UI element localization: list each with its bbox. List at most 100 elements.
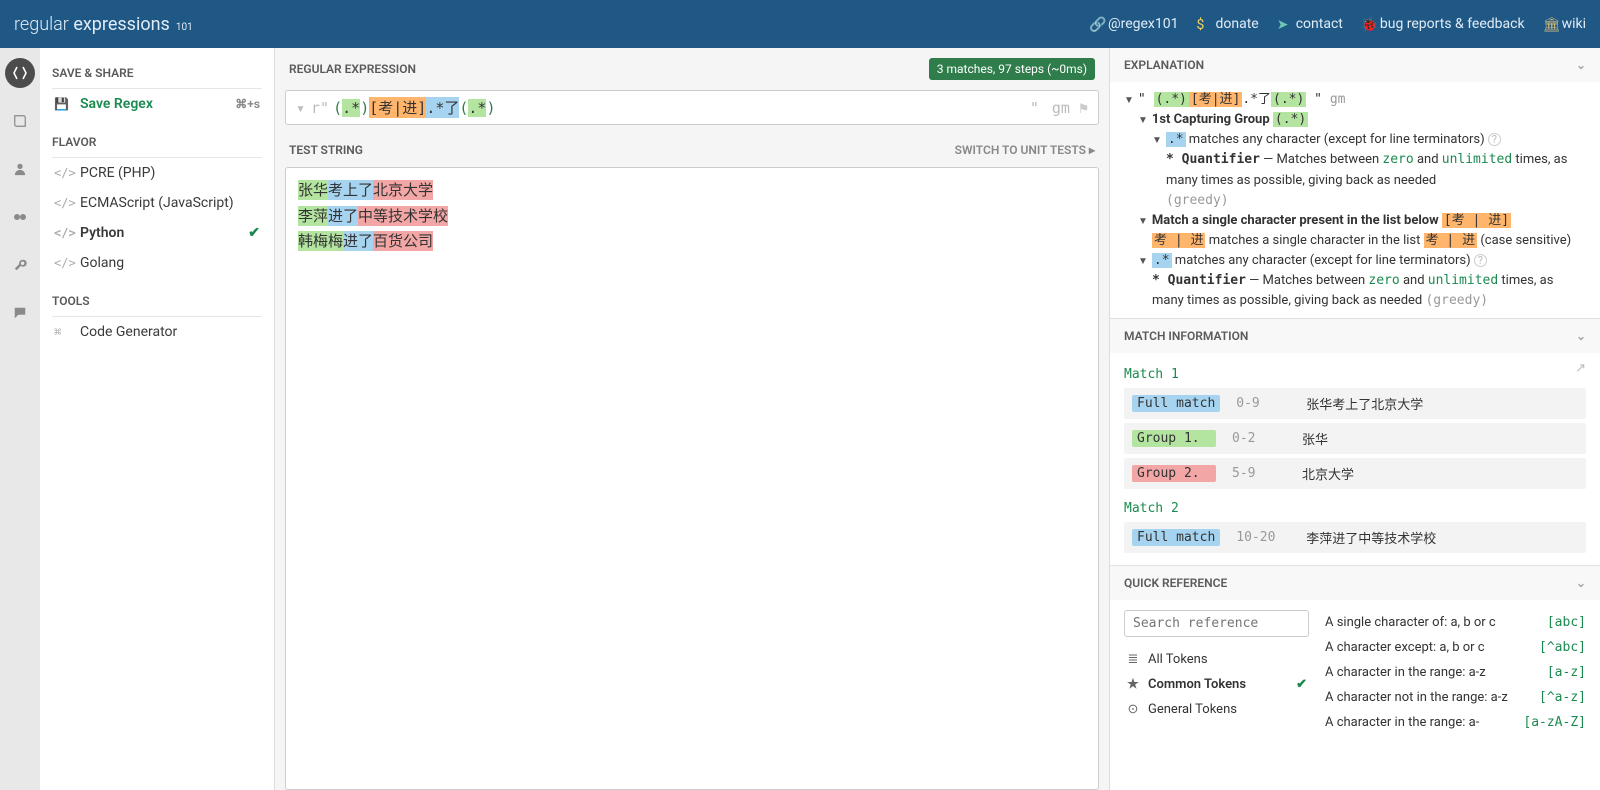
hlink-bugs[interactable]: 🐞bug reports & feedback bbox=[1361, 16, 1525, 32]
quickref-entry[interactable]: A character not in the range: a-z [^a-z] bbox=[1325, 685, 1586, 710]
match-row[interactable]: Full match0-9张华考上了北京大学 bbox=[1124, 388, 1586, 419]
match-value: 张华考上了北京大学 bbox=[1306, 394, 1423, 413]
code-generator-item[interactable]: ⌘ Code Generator bbox=[52, 317, 262, 347]
category-icon: ★ bbox=[1126, 677, 1140, 692]
quickref-entry[interactable]: A character in the range: a-[a-zA-Z] bbox=[1325, 710, 1586, 735]
explanation-body: ▼ " (.*)[考|进].*了(.*) " gm ▼1st Capturing… bbox=[1110, 82, 1600, 318]
bug-icon: 🐞 bbox=[1361, 17, 1375, 31]
match-1-title: Match 1 bbox=[1124, 367, 1179, 382]
match-row[interactable]: Group 1. 0-2 张华 bbox=[1124, 423, 1586, 454]
center-pane: REGULAR EXPRESSION 3 matches, 97 steps (… bbox=[275, 48, 1110, 790]
quickref-entry[interactable]: A character except: a, b or c [^abc] bbox=[1325, 635, 1586, 660]
collapse-quickref-icon[interactable]: ⌄ bbox=[1576, 576, 1586, 590]
check-icon: ✔ bbox=[248, 225, 260, 241]
quickref-entry[interactable]: A character in the range: a-z[a-z] bbox=[1325, 660, 1586, 685]
tree-toggle-icon[interactable]: ▼ bbox=[1138, 110, 1148, 129]
link-icon: 🔗 bbox=[1089, 17, 1103, 31]
flavor-label: ECMAScript (JavaScript) bbox=[80, 195, 234, 211]
brand-logo[interactable]: regular expressions 101 bbox=[14, 14, 193, 35]
switch-unit-tests-link[interactable]: SWITCH TO UNIT TESTS ▸ bbox=[955, 143, 1095, 157]
category-label: General Tokens bbox=[1148, 702, 1237, 717]
rail-debugger-icon[interactable] bbox=[5, 202, 35, 232]
match-row[interactable]: Group 2.5-9北京大学 bbox=[1124, 458, 1586, 489]
flavor-item[interactable]: </> Python ✔ bbox=[52, 218, 262, 248]
tree-toggle-icon[interactable]: ▼ bbox=[1138, 211, 1148, 230]
book-icon: 🏛 bbox=[1543, 17, 1557, 31]
hlink-wiki[interactable]: 🏛wiki bbox=[1543, 16, 1586, 32]
hlink-donate[interactable]: $donate bbox=[1196, 16, 1258, 32]
brand-word-a: regular bbox=[14, 14, 69, 35]
help-icon[interactable]: ? bbox=[1488, 133, 1501, 146]
code-brackets-icon: </> bbox=[54, 226, 70, 240]
quickref-code: [^abc] bbox=[1539, 640, 1586, 655]
quickref-code: [abc] bbox=[1547, 615, 1586, 630]
right-pane: EXPLANATION ⌄ ▼ " (.*)[考|进].*了(.*) " gm ▼… bbox=[1110, 48, 1600, 790]
match-info-title: MATCH INFORMATION bbox=[1124, 329, 1248, 343]
match-tag: Group 1. bbox=[1132, 430, 1216, 447]
rail-account-icon[interactable] bbox=[5, 154, 35, 184]
match-tag: Full match bbox=[1132, 529, 1220, 546]
save-regex-label: Save Regex bbox=[80, 96, 153, 112]
test-section-title: TEST STRING bbox=[289, 143, 363, 157]
quickref-desc: A single character of: a, b or c bbox=[1325, 615, 1496, 630]
tree-toggle-icon[interactable]: ▼ bbox=[1152, 130, 1162, 149]
test-string-input[interactable]: 张华考上了北京大学李萍进了中等技术学校韩梅梅进了百货公司 bbox=[285, 167, 1099, 790]
dollar-icon: $ bbox=[1196, 17, 1210, 31]
match-tag: Group 2. bbox=[1132, 465, 1216, 482]
quickref-entry[interactable]: A single character of: a, b or c [abc] bbox=[1325, 610, 1586, 635]
regex-flags[interactable]: gm bbox=[1052, 99, 1070, 117]
flavor-item[interactable]: </>PCRE (PHP) bbox=[52, 158, 262, 188]
flavor-label: PCRE (PHP) bbox=[80, 165, 155, 181]
match-range: 10-20 bbox=[1236, 530, 1290, 545]
quickref-desc: A character except: a, b or c bbox=[1325, 640, 1485, 655]
sidebar-title-save: SAVE & SHARE bbox=[52, 60, 262, 89]
quickref-category[interactable]: ≣All Tokens bbox=[1124, 647, 1309, 672]
code-brackets-icon: </> bbox=[54, 196, 70, 210]
quickref-search-input[interactable] bbox=[1124, 610, 1309, 637]
rail-regex-icon[interactable] bbox=[5, 58, 35, 88]
match-value: 张华 bbox=[1302, 429, 1328, 448]
code-brackets-icon: </> bbox=[54, 256, 70, 270]
match-range: 5-9 bbox=[1232, 466, 1286, 481]
save-regex-item[interactable]: 💾 Save Regex ⌘+s bbox=[52, 89, 262, 119]
flavor-item[interactable]: </> ECMAScript (JavaScript) bbox=[52, 188, 262, 218]
hlink-regex101[interactable]: 🔗@regex101 bbox=[1089, 16, 1178, 32]
quickref-code: [^a-z] bbox=[1539, 690, 1586, 705]
rail-library-icon[interactable] bbox=[5, 106, 35, 136]
rail-settings-icon[interactable] bbox=[5, 250, 35, 280]
collapse-explanation-icon[interactable]: ⌄ bbox=[1576, 58, 1586, 72]
brand-word-b: expressions bbox=[73, 14, 170, 35]
regex-prefix: r" bbox=[311, 99, 329, 117]
match-row[interactable]: Full match 10-20 李萍进了中等技术学校 bbox=[1124, 522, 1586, 553]
regex-input[interactable]: ▾ r" (.*)[考|进].*了(.*) " gm ⚑ bbox=[285, 90, 1099, 125]
save-shortcut: ⌘+s bbox=[235, 97, 260, 111]
quickref-desc: A character not in the range: a-z bbox=[1325, 690, 1508, 705]
delimiter-toggle-icon[interactable]: ▾ bbox=[296, 99, 305, 117]
open-match-icon[interactable]: ↗ bbox=[1575, 361, 1586, 388]
brand-sub: 101 bbox=[176, 22, 193, 33]
quickref-category[interactable]: ★Common Tokens✔ bbox=[1124, 672, 1309, 697]
match-range: 0-2 bbox=[1232, 431, 1286, 446]
code-icon: ⌘ bbox=[54, 325, 70, 339]
match-value: 李萍进了中等技术学校 bbox=[1306, 528, 1436, 547]
rail-chat-icon[interactable] bbox=[5, 298, 35, 328]
icon-rail bbox=[0, 48, 40, 790]
header-links: 🔗@regex101 $donate ➤contact 🐞bug reports… bbox=[1089, 16, 1586, 32]
match-2-title: Match 2 bbox=[1124, 501, 1586, 516]
help-icon[interactable]: ? bbox=[1474, 254, 1487, 267]
flag-icon[interactable]: ⚑ bbox=[1079, 99, 1088, 117]
test-line: 韩梅梅进了百货公司 bbox=[298, 229, 1086, 255]
quickref-title: QUICK REFERENCE bbox=[1124, 576, 1227, 590]
tree-toggle-icon[interactable]: ▼ bbox=[1138, 251, 1148, 270]
quickref-category[interactable]: ⊙ General Tokens bbox=[1124, 697, 1309, 722]
explanation-title: EXPLANATION bbox=[1124, 58, 1204, 72]
collapse-matchinfo-icon[interactable]: ⌄ bbox=[1576, 329, 1586, 343]
quickref-code: [a-z] bbox=[1547, 665, 1586, 680]
flavor-item[interactable]: </>Golang bbox=[52, 248, 262, 278]
category-icon: ⊙ bbox=[1126, 702, 1140, 717]
quickref-code: [a-zA-Z] bbox=[1523, 715, 1586, 730]
hlink-contact[interactable]: ➤contact bbox=[1277, 16, 1343, 32]
app-header: regular expressions 101 🔗@regex101 $dona… bbox=[0, 0, 1600, 48]
tree-toggle-icon[interactable]: ▼ bbox=[1124, 90, 1134, 109]
flavor-label: Python bbox=[80, 225, 124, 241]
